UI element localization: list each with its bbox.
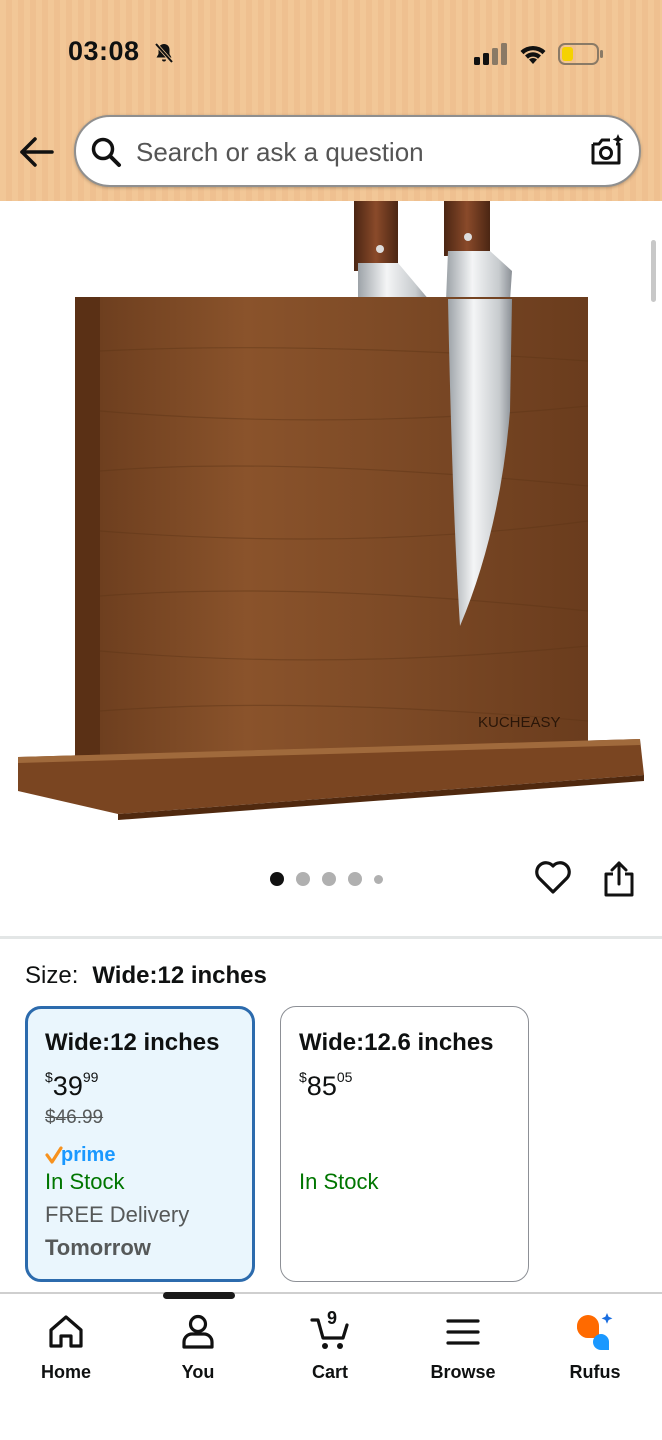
size-row: Size: Wide:12 inches (25, 962, 267, 990)
svg-text:prime: prime (61, 1144, 115, 1166)
size-option-card[interactable]: Wide:12.6 inches $8505 In Stock (280, 1006, 529, 1282)
nav-label: You (181, 1362, 215, 1382)
arrow-left-icon[interactable] (18, 135, 56, 169)
size-label: Size: (25, 962, 79, 989)
battery-icon (558, 43, 603, 65)
carousel-dot[interactable] (374, 874, 383, 884)
wifi-icon (520, 45, 546, 64)
option-title: Wide:12.6 inches (299, 1029, 494, 1056)
nav-browse[interactable]: Browse (408, 1312, 518, 1383)
status-time: 03:08 (68, 36, 140, 66)
size-selected-value: Wide:12 inches (92, 962, 267, 989)
camera-sparkle-icon[interactable] (589, 133, 625, 169)
option-title: Wide:12 inches (45, 1029, 220, 1056)
option-list-price: $46.99 (45, 1107, 104, 1128)
nav-you[interactable]: You (143, 1312, 253, 1383)
search-icon (91, 137, 121, 167)
user-icon (182, 1314, 214, 1349)
brand-mark: KUCHEASY (478, 714, 561, 731)
section-divider (0, 936, 662, 939)
cart-count: 9 (326, 1308, 338, 1328)
carousel-dots[interactable] (270, 871, 383, 887)
nav-rufus[interactable]: Rufus (540, 1312, 650, 1383)
home-icon (49, 1315, 83, 1348)
option-price: $8505 (299, 1069, 353, 1101)
option-price: $3999 (45, 1069, 99, 1101)
size-option-card[interactable]: Wide:12 inches $3999 $46.99 prime In Sto… (25, 1006, 255, 1282)
carousel-dot[interactable] (348, 872, 362, 886)
bell-slash-icon (154, 42, 174, 64)
search-placeholder[interactable]: Search or ask a question (136, 137, 424, 168)
product-image[interactable]: KUCHEASY (0, 201, 662, 841)
carousel-dot[interactable] (322, 872, 336, 886)
nav-label: Home (40, 1362, 91, 1382)
nav-label: Cart (311, 1362, 348, 1382)
knife-block-illustration: KUCHEASY (18, 201, 644, 820)
prime-badge: prime (45, 1144, 115, 1166)
share-icon[interactable] (602, 860, 636, 898)
nav-label: Browse (430, 1362, 496, 1382)
header: 03:08 Search or ask a question (0, 0, 662, 201)
option-delivery-day: Tomorrow (45, 1235, 151, 1260)
bottom-nav: Home You 9 Cart Browse Rufus (0, 1292, 662, 1440)
nav-home[interactable]: Home (11, 1312, 121, 1383)
option-delivery: FREE Delivery (45, 1202, 190, 1227)
option-stock: In Stock (45, 1169, 125, 1194)
nav-label: Rufus (569, 1362, 621, 1382)
heart-icon[interactable] (534, 858, 572, 896)
search-bar[interactable]: Search or ask a question (74, 115, 641, 187)
menu-icon (446, 1319, 480, 1345)
nav-cart[interactable]: 9 Cart (275, 1308, 385, 1383)
rufus-icon (576, 1313, 613, 1350)
carousel-dot[interactable] (270, 872, 284, 886)
carousel-dot[interactable] (296, 872, 310, 886)
home-indicator[interactable] (163, 1292, 235, 1299)
option-stock: In Stock (299, 1169, 379, 1194)
scroll-indicator[interactable] (651, 240, 656, 302)
signal-icon (474, 43, 507, 65)
